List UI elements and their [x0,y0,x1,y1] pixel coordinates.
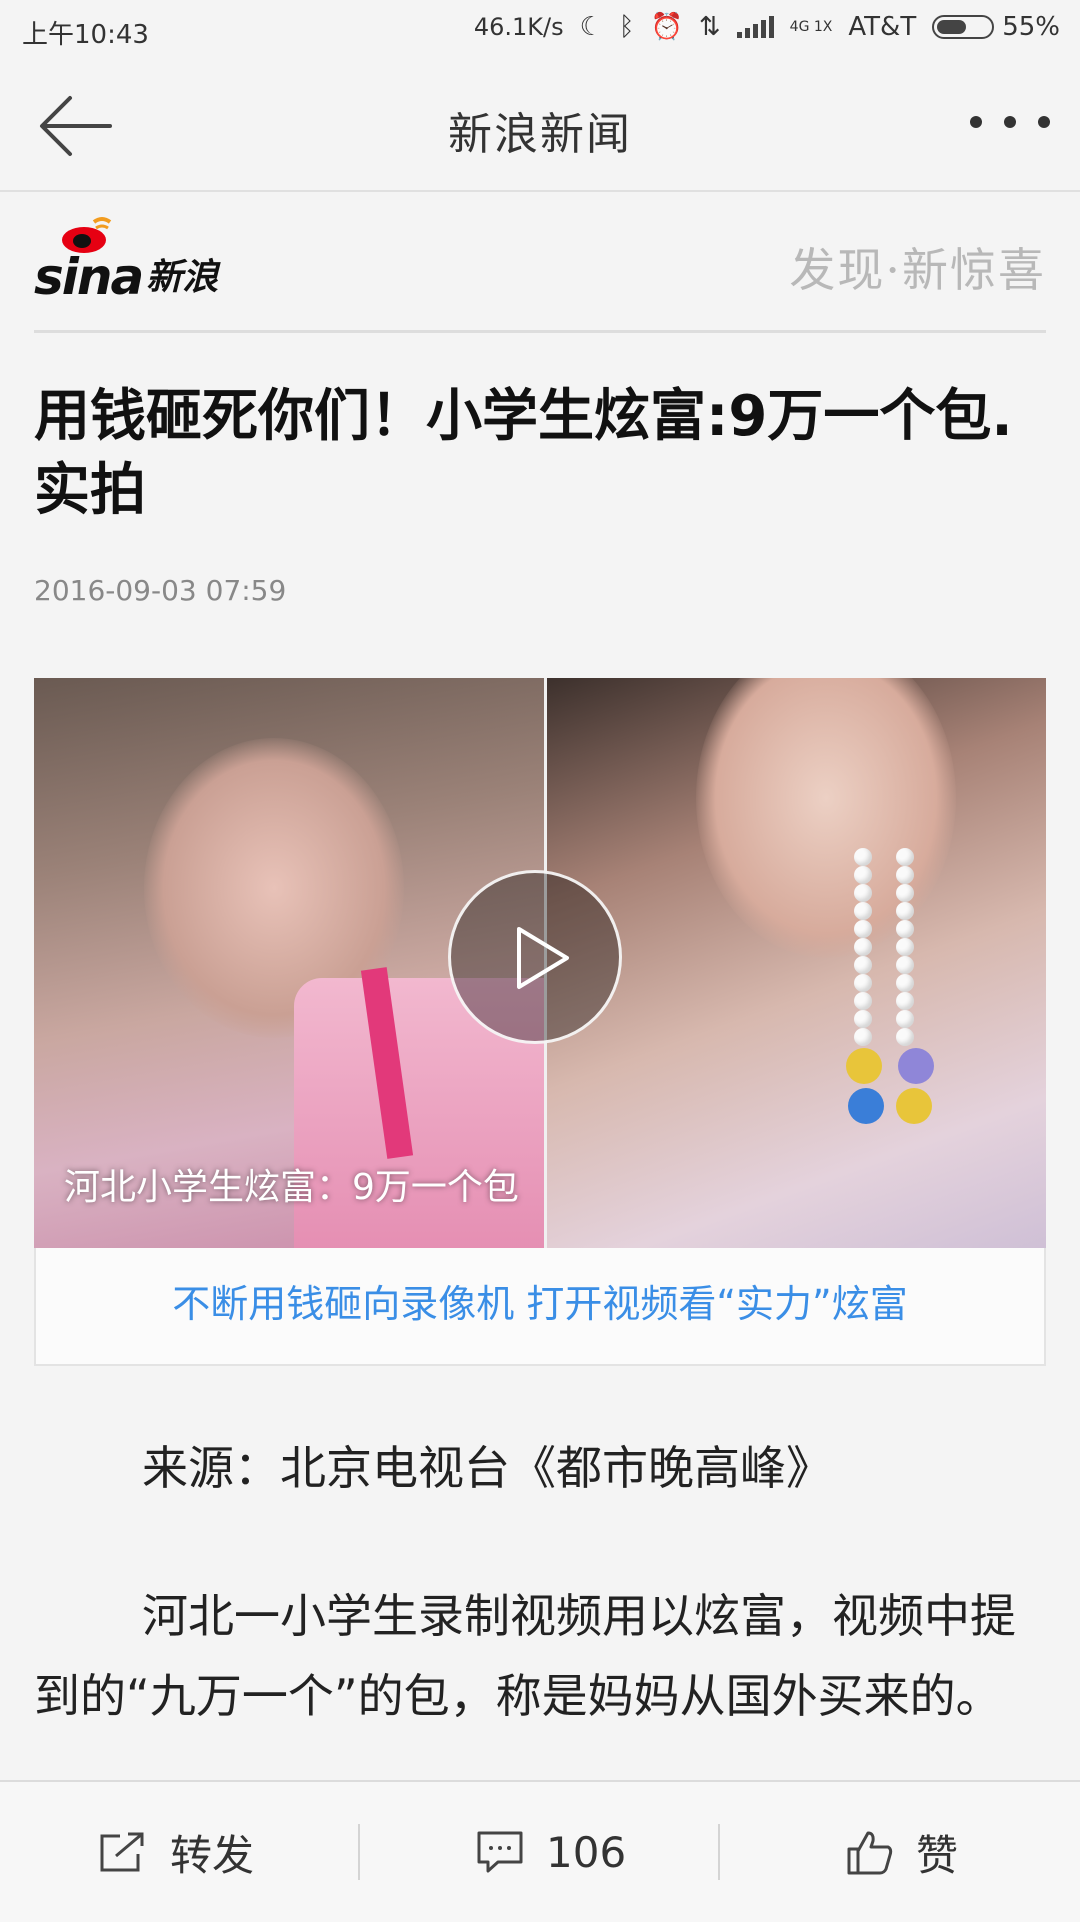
play-button[interactable] [448,870,622,1044]
article-date: 2016-09-03 07:59 [34,574,287,607]
necklace-ball [848,1088,884,1124]
status-time: 上午10:43 [22,20,149,50]
like-label: 赞 [916,1830,959,1880]
video-player[interactable]: 河北小学生炫富：9万一个包 [34,678,1046,1248]
comment-icon [477,1831,523,1873]
battery-percent: 55% [1002,12,1060,42]
necklace-bead [854,974,872,992]
video-caption: 河北小学生炫富：9万一个包 [64,1167,519,1208]
alarm-icon: ⏰ [650,12,683,42]
comment-count: 106 [546,1827,627,1877]
more-options-button[interactable] [970,102,1050,142]
article-source: 来源：北京电视台《都市晚高峰》 [142,1441,832,1495]
necklace-bead [896,866,914,884]
necklace-bead [854,866,872,884]
necklace-bead [854,920,872,938]
bar-divider [358,1824,360,1880]
necklace-ball [846,1048,882,1084]
necklace-bead [854,848,872,866]
comment-button[interactable]: 106 [476,1782,626,1922]
network-type: 4G 1X [789,19,833,35]
necklace-bead [854,902,872,920]
necklace-bead [896,974,914,992]
bottom-action-bar: 转发 106 赞 [0,1780,1080,1922]
status-icons: 46.1K/s ☾ ᛒ ⏰ ⇅ 4G 1X AT&T 55% [474,12,1060,42]
necklace-bead [854,884,872,902]
data-transfer-icon: ⇅ [698,12,721,42]
article-headline: 用钱砸死你们！小学生炫富:9万一个包.实拍 [34,384,1013,523]
thumbs-up-icon [847,1831,893,1875]
status-bar: 上午10:43 46.1K/s ☾ ᛒ ⏰ ⇅ 4G 1X AT&T 55% [0,0,1080,62]
necklace-bead [896,992,914,1010]
necklace-bead [896,920,914,938]
necklace-bead [896,1028,914,1046]
share-icon [100,1832,144,1872]
network-speed: 46.1K/s [473,13,564,41]
signal-icon [736,16,774,38]
moon-icon: ☾ [579,12,603,42]
brand-header: sina 新浪 发现·新惊喜 [34,217,1046,333]
share-label: 转发 [170,1830,255,1880]
sina-logo-cn: 新浪 [146,257,219,298]
necklace-bead [896,848,914,866]
necklace-bead [854,1010,872,1028]
sina-eye-icon [62,217,112,253]
necklace-bead [854,992,872,1010]
necklace-bead [896,884,914,902]
necklace-bead [854,956,872,974]
like-button[interactable]: 赞 [846,1782,958,1922]
bar-divider [718,1824,720,1880]
share-button[interactable]: 转发 [98,1782,254,1922]
sina-logo-text: sina [34,248,144,306]
necklace-bead [854,1028,872,1046]
more-dot-icon [970,116,982,128]
app-bar: 新浪新闻 [0,62,1080,192]
brand-slogan: 发现·新惊喜 [789,243,1046,297]
battery-icon [932,15,995,39]
carrier-name: AT&T [848,12,917,42]
necklace-bead [896,1010,914,1028]
bluetooth-icon: ᛒ [618,12,635,42]
sina-logo: sina 新浪 [34,217,219,306]
necklace-bead [896,956,914,974]
necklace-bead [854,938,872,956]
video-link[interactable]: 不断用钱砸向录像机 打开视频看“实力”炫富 [34,1248,1046,1366]
app-title: 新浪新闻 [448,109,632,160]
more-dot-icon [1038,116,1050,128]
necklace-bead [896,902,914,920]
necklace-ball [896,1088,932,1124]
more-dot-icon [1004,116,1016,128]
article-paragraph: 河北一小学生录制视频用以炫富，视频中提到的“九万一个”的包，称是妈妈从国外买来的… [34,1589,1016,1723]
play-icon [517,927,569,989]
battery-indicator: 55% [932,12,1060,42]
necklace-ball [898,1048,934,1084]
necklace-bead [896,938,914,956]
